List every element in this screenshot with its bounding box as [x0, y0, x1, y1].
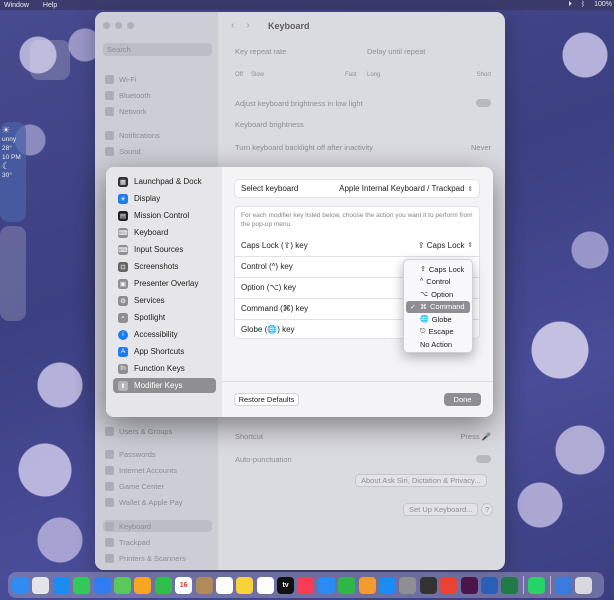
sidebar-item-mission-control[interactable]: ▤ Mission Control: [113, 208, 216, 223]
dock-finder-icon[interactable]: [12, 576, 29, 594]
control-icon: ^: [420, 278, 424, 286]
dock-calendar-icon[interactable]: 16: [175, 576, 193, 594]
modifier-description: For each modifier key listed below, choo…: [241, 212, 473, 228]
footer-divider: [222, 381, 493, 382]
dock-chrome-icon[interactable]: [440, 576, 458, 594]
updown-chevron-icon: ⇕: [467, 185, 473, 193]
dock-photos-icon[interactable]: [134, 576, 152, 594]
dock-maps-icon[interactable]: [113, 576, 131, 594]
mission-control-icon: ▤: [118, 210, 128, 221]
dock-numbers-icon[interactable]: [338, 576, 356, 594]
popup-item-no-action[interactable]: No Action: [406, 338, 470, 351]
shortcuts-sidebar: ▦ Launchpad & Dock ☀ Display ▤ Mission Cont…: [106, 167, 222, 417]
sidebar-item-keyboard[interactable]: ⌨ Keyboard: [113, 225, 216, 240]
popup-item-caps-lock[interactable]: ⇪ Caps Lock: [406, 263, 470, 276]
dock-trash-icon[interactable]: [575, 576, 593, 594]
sidebar-item-input-sources[interactable]: ⌨ Input Sources: [113, 242, 216, 257]
caps-lock-popup[interactable]: ⇪ Caps Lock ⇕: [418, 241, 473, 250]
option-icon: ⌥: [420, 291, 429, 299]
sidebar-item-screenshots[interactable]: ⊡ Screenshots: [113, 259, 216, 274]
globe-icon: 🌐: [420, 316, 429, 324]
dock-keynote-icon[interactable]: [317, 576, 335, 594]
services-icon: ⚙: [118, 295, 128, 306]
popup-item-option[interactable]: ⌥ Option: [406, 288, 470, 301]
dock-contacts-icon[interactable]: [195, 576, 213, 594]
dock-slack-icon[interactable]: [460, 576, 478, 594]
select-keyboard-label: Select keyboard: [241, 184, 299, 193]
dock-excel-icon[interactable]: [501, 576, 519, 594]
dock-freeform-icon[interactable]: [256, 576, 274, 594]
sidebar-item-app-shortcuts[interactable]: A App Shortcuts: [113, 344, 216, 359]
command-key-popup-menu: ⇪ Caps Lock ^ Control ⌥ Option ✓ ⌘ Command 🌐 G…: [403, 259, 473, 353]
dock-reminders-icon[interactable]: [215, 576, 233, 594]
popup-item-globe[interactable]: 🌐 Globe: [406, 313, 470, 326]
select-keyboard-row: Select keyboard Apple Internal Keyboard …: [234, 179, 480, 198]
app-shortcuts-icon: A: [118, 346, 128, 357]
dock-music-icon[interactable]: [297, 576, 315, 594]
checkmark-icon: ✓: [410, 303, 416, 311]
done-button[interactable]: Done: [444, 393, 481, 406]
dock: 16 tv: [8, 572, 604, 598]
sidebar-item-function-keys[interactable]: fn Function Keys: [113, 361, 216, 376]
input-sources-icon: ⌨: [118, 244, 128, 255]
row-divider: [235, 256, 479, 257]
dock-mail-icon[interactable]: [93, 576, 111, 594]
launchpad-icon: ▦: [118, 176, 128, 187]
restore-defaults-button[interactable]: Restore Defaults: [234, 393, 299, 406]
dock-separator: [549, 576, 551, 594]
dock-messages-icon[interactable]: [73, 576, 91, 594]
sidebar-item-accessibility[interactable]: i Accessibility: [113, 327, 216, 342]
dock-pages-icon[interactable]: [358, 576, 376, 594]
popup-item-control[interactable]: ^ Control: [406, 276, 470, 289]
dock-separator: [522, 576, 524, 594]
dock-launchpad-icon[interactable]: [32, 576, 50, 594]
dock-facetime-icon[interactable]: [154, 576, 172, 594]
sidebar-item-services[interactable]: ⚙ Services: [113, 293, 216, 308]
caps-lock-row: Caps Lock (⇪) key ⇪ Caps Lock ⇕: [241, 240, 473, 250]
sidebar-item-launchpad-dock[interactable]: ▦ Launchpad & Dock: [113, 174, 216, 189]
command-icon: ⌘: [420, 303, 427, 311]
popup-item-command[interactable]: ✓ ⌘ Command: [406, 300, 470, 313]
sidebar-item-presenter-overlay[interactable]: ▣ Presenter Overlay: [113, 276, 216, 291]
accessibility-icon: i: [118, 329, 128, 340]
select-keyboard-popup[interactable]: Apple Internal Keyboard / Trackpad ⇕: [339, 184, 473, 193]
screenshots-icon: ⊡: [118, 261, 128, 272]
function-keys-icon: fn: [118, 363, 128, 374]
sidebar-item-display[interactable]: ☀ Display: [113, 191, 216, 206]
dock-downloads-icon[interactable]: [554, 576, 572, 594]
escape-icon: ⎋: [420, 327, 426, 335]
popup-item-escape[interactable]: ⎋ Escape: [406, 326, 470, 339]
caps-lock-icon: ⇪: [420, 266, 426, 274]
dock-tv-icon[interactable]: tv: [277, 576, 295, 594]
presenter-overlay-icon: ▣: [118, 278, 128, 289]
dock-iphone-mirroring-icon[interactable]: [419, 576, 437, 594]
spotlight-icon: ⌕: [118, 312, 128, 323]
dock-notes-icon[interactable]: [236, 576, 254, 594]
updown-chevron-icon: ⇕: [467, 242, 473, 249]
sidebar-item-modifier-keys[interactable]: ⬆ Modifier Keys: [113, 378, 216, 393]
dock-whatsapp-icon[interactable]: [528, 576, 546, 594]
dock-safari-icon[interactable]: [52, 576, 70, 594]
sidebar-item-spotlight[interactable]: ⌕ Spotlight: [113, 310, 216, 325]
keyboard-icon: ⌨: [118, 227, 128, 238]
modifier-keys-icon: ⬆: [118, 380, 128, 391]
dock-word-icon[interactable]: [480, 576, 498, 594]
dock-system-settings-icon[interactable]: [399, 576, 417, 594]
dock-app-store-icon[interactable]: [379, 576, 397, 594]
display-icon: ☀: [118, 193, 128, 204]
